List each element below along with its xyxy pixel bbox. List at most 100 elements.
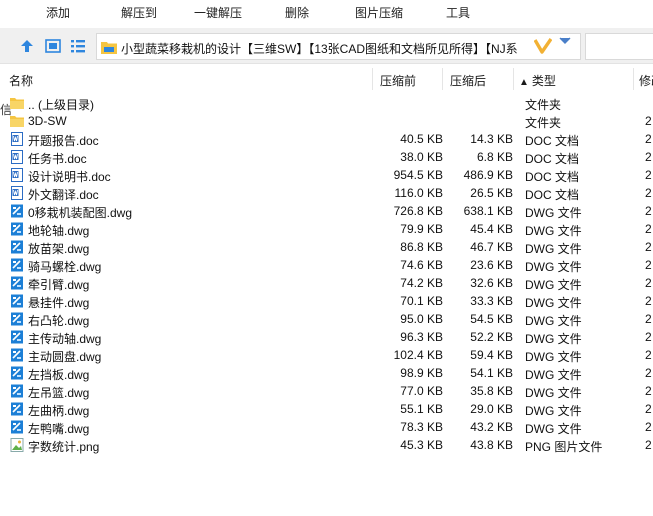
toolbar: 添加 解压到 一键解压 删除 图片压缩 工具 [0,0,653,26]
image-compress-button[interactable]: 图片压缩 [355,4,403,21]
file-row[interactable]: 悬挂件.dwg 70.1 KB 33.3 KB DWG 文件 2 [0,292,653,310]
search-input[interactable] [585,33,653,60]
column-divider[interactable] [442,68,443,90]
file-date: 2 [645,438,652,452]
file-compressed-size: 38.0 KB [400,150,443,164]
header-compressed-size[interactable]: 压缩前 [380,72,416,89]
file-row[interactable]: 设计说明书.doc 954.5 KB 486.9 KB DOC 文档 2 [0,166,653,184]
file-compressed-size: 77.0 KB [400,384,443,398]
file-date: 2 [645,240,652,254]
file-row[interactable]: 放苗架.dwg 86.8 KB 46.7 KB DWG 文件 2 [0,238,653,256]
file-name: 字数统计.png [28,440,100,454]
dwg-icon [11,348,23,362]
file-row[interactable]: 左吊篮.dwg 77.0 KB 35.8 KB DWG 文件 2 [0,382,653,400]
file-original-size: 29.0 KB [470,402,513,416]
file-row[interactable]: 地轮轴.dwg 79.9 KB 45.4 KB DWG 文件 2 [0,220,653,238]
folder-row[interactable]: 3D-SW 文件夹 2 [0,112,653,130]
file-date: 2 [645,330,652,344]
file-original-size: 26.5 KB [470,186,513,200]
file-row[interactable]: 字数统计.png 45.3 KB 43.8 KB PNG 图片文件 2 [0,436,653,454]
file-compressed-size: 96.3 KB [400,330,443,344]
dwg-icon [11,294,23,308]
thumbnail-view-icon[interactable] [45,38,61,54]
file-type: 文件夹 [525,116,562,130]
file-type: DWG 文件 [525,278,582,292]
chevron-down-icon[interactable] [559,37,571,45]
column-divider[interactable] [372,68,373,90]
dwg-icon [11,222,23,236]
file-original-size: 46.7 KB [470,240,513,254]
file-row[interactable]: 左鸭嘴.dwg 78.3 KB 43.2 KB DWG 文件 2 [0,418,653,436]
file-row[interactable]: 右凸轮.dwg 95.0 KB 54.5 KB DWG 文件 2 [0,310,653,328]
file-original-size: 54.1 KB [470,366,513,380]
file-date: 2 [645,204,652,218]
file-name: 右凸轮.dwg [28,314,90,328]
file-compressed-size: 95.0 KB [400,312,443,326]
file-name: 主动圆盘.dwg [28,350,102,364]
file-row[interactable]: 主传动轴.dwg 96.3 KB 52.2 KB DWG 文件 2 [0,328,653,346]
tools-button[interactable]: 工具 [446,4,470,21]
file-original-size: 54.5 KB [470,312,513,326]
file-date: 2 [645,114,652,128]
file-type: DWG 文件 [525,296,582,310]
file-compressed-size: 45.3 KB [400,438,443,452]
file-compressed-size: 116.0 KB [394,186,443,200]
address-bar: 小型蔬菜移栽机的设计【三维SW】【13张CAD图纸和文档所见所得】【NJ系 [0,28,653,64]
file-original-size: 45.4 KB [470,222,513,236]
folder-icon [10,98,24,109]
file-type: DWG 文件 [525,368,582,382]
file-type: DWG 文件 [525,422,582,436]
file-compressed-size: 86.8 KB [400,240,443,254]
file-name: 3D-SW [28,114,67,128]
extract-to-button[interactable]: 解压到 [121,4,157,21]
folder-row[interactable]: .. (上级目录) 文件夹 [0,94,653,112]
file-compressed-size: 954.5 KB [393,168,443,182]
file-original-size: 23.6 KB [470,258,513,272]
one-click-extract-button[interactable]: 一键解压 [194,4,242,21]
doc-icon [11,132,23,146]
dwg-icon [11,420,23,434]
dwg-icon [11,384,23,398]
column-divider[interactable] [513,68,514,90]
file-row[interactable]: 主动圆盘.dwg 102.4 KB 59.4 KB DWG 文件 2 [0,346,653,364]
file-original-size: 14.3 KB [470,132,513,146]
file-type: DOC 文档 [525,188,580,202]
path-field[interactable]: 小型蔬菜移栽机的设计【三维SW】【13张CAD图纸和文档所见所得】【NJ系 [96,33,581,60]
file-row[interactable]: 任务书.doc 38.0 KB 6.8 KB DOC 文档 2 [0,148,653,166]
doc-icon [11,168,23,182]
file-name: 设计说明书.doc [28,170,111,184]
up-arrow-icon[interactable] [19,38,35,54]
file-compressed-size: 74.6 KB [400,258,443,272]
file-row[interactable]: 左曲柄.dwg 55.1 KB 29.0 KB DWG 文件 2 [0,400,653,418]
file-name: 开题报告.doc [28,134,99,148]
file-original-size: 59.4 KB [470,348,513,362]
file-row[interactable]: 牵引臂.dwg 74.2 KB 32.6 KB DWG 文件 2 [0,274,653,292]
file-date: 2 [645,150,652,164]
file-type: DOC 文档 [525,134,580,148]
file-row[interactable]: 开题报告.doc 40.5 KB 14.3 KB DOC 文档 2 [0,130,653,148]
list-view-icon[interactable] [70,38,86,54]
dwg-icon [11,366,23,380]
file-compressed-size: 40.5 KB [400,132,443,146]
file-name: 主传动轴.dwg [28,332,102,346]
file-row[interactable]: 骑马螺栓.dwg 74.6 KB 23.6 KB DWG 文件 2 [0,256,653,274]
file-row[interactable]: 外文翻译.doc 116.0 KB 26.5 KB DOC 文档 2 [0,184,653,202]
add-button[interactable]: 添加 [46,4,70,21]
header-date[interactable]: 修改 [639,72,653,89]
file-name: 骑马螺栓.dwg [28,260,102,274]
header-original-size[interactable]: 压缩后 [450,72,486,89]
column-header: 名称 压缩前 压缩后 ▲类型 修改 [0,68,653,92]
dwg-icon [11,240,23,254]
header-name[interactable]: 名称 [9,72,33,89]
file-row[interactable]: 0移栽机装配图.dwg 726.8 KB 638.1 KB DWG 文件 2 [0,202,653,220]
file-original-size: 486.9 KB [463,168,513,182]
sort-ascending-icon: ▲ [519,77,529,88]
file-date: 2 [645,276,652,290]
file-type: DWG 文件 [525,224,582,238]
dwg-icon [11,204,23,218]
header-type[interactable]: ▲ 类型 [519,72,556,89]
column-divider[interactable] [633,68,634,90]
file-row[interactable]: 左挡板.dwg 98.9 KB 54.1 KB DWG 文件 2 [0,364,653,382]
delete-button[interactable]: 删除 [285,4,309,21]
file-original-size: 43.2 KB [470,420,513,434]
